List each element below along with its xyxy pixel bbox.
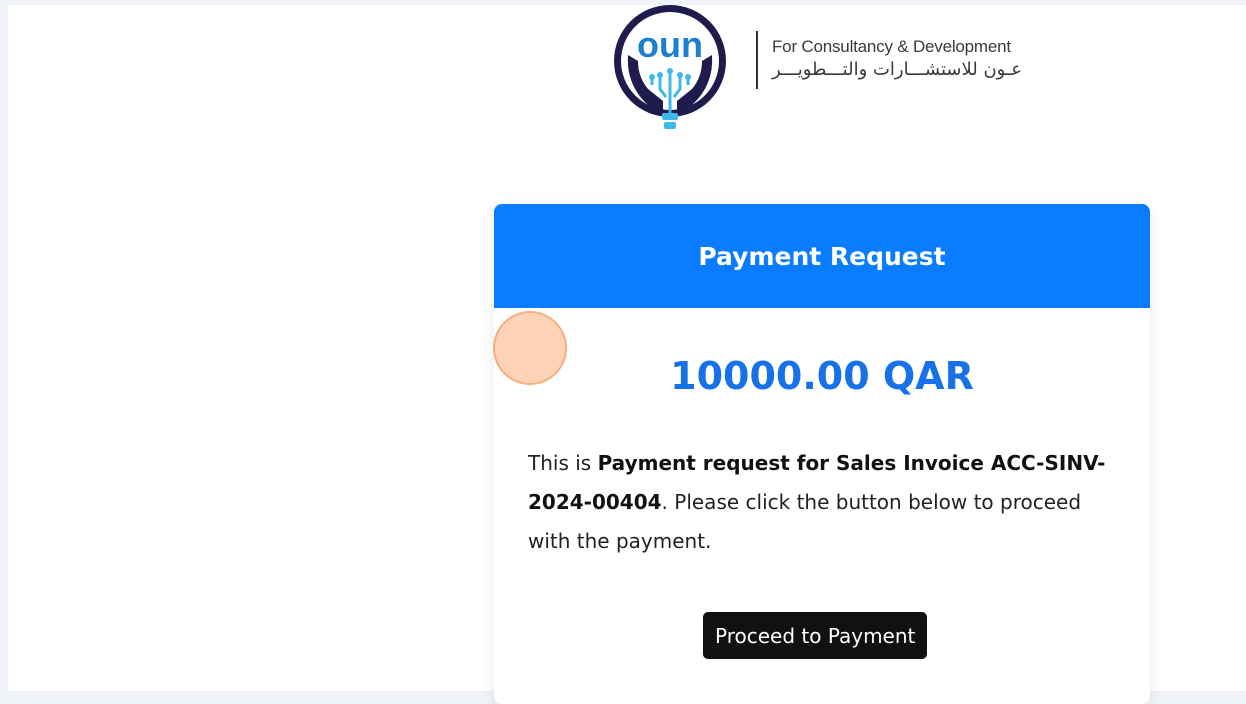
click-indicator <box>493 311 567 385</box>
logo-tagline-arabic: عـون للاستشـــارات والتـــطويـــر <box>772 59 1022 80</box>
payment-request-card: Payment Request 10000.00 QAR This is Pay… <box>494 204 1150 704</box>
card-header: Payment Request <box>494 204 1150 308</box>
oun-logo-icon: oun <box>614 5 726 129</box>
logo-tagline-english: For Consultancy & Development <box>772 37 1011 56</box>
card-title: Payment Request <box>698 241 946 271</box>
logo-mark-text: oun <box>637 24 703 65</box>
company-logo: oun For Consultancy & Development عـون ل… <box>608 5 1068 140</box>
message-prefix: This is <box>528 451 598 475</box>
payment-amount: 10000.00 QAR <box>670 354 974 398</box>
proceed-to-payment-button[interactable]: Proceed to Payment <box>703 612 928 659</box>
payment-message: This is Payment request for Sales Invoic… <box>528 444 1118 561</box>
logo-divider <box>756 31 758 89</box>
